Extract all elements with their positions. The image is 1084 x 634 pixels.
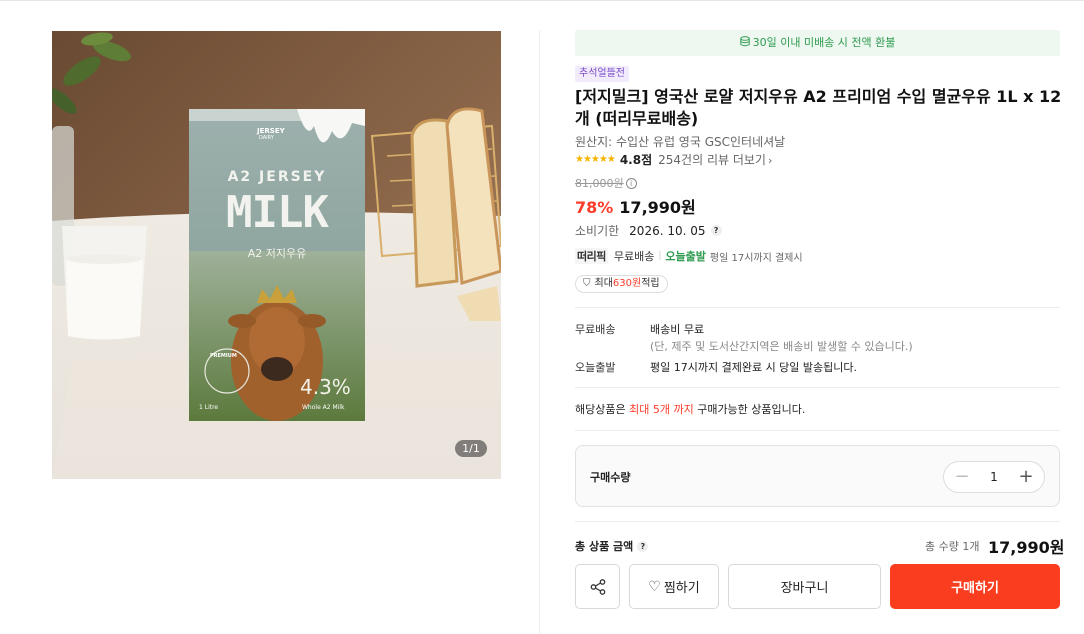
shipping-row: 떠리픽 무료배송 | 오늘출발 평일 17시까지 결제시 xyxy=(575,248,803,264)
free-shipping-label: 무료배송 xyxy=(613,250,655,263)
share-button[interactable] xyxy=(575,564,620,609)
points-badge[interactable]: ⛉ 최대 630원 적립 xyxy=(575,275,668,293)
wishlist-label: 찜하기 xyxy=(663,581,700,596)
review-link[interactable]: 254건의 리뷰 더보기 › xyxy=(658,151,772,168)
total-quantity: 총 수량 1개 xyxy=(925,540,980,553)
rating-score: 4.8점 xyxy=(619,152,653,167)
product-image[interactable]: JERSEY DAIRY A2 JERSEY MILK A2 저지우유 PREM… xyxy=(52,31,501,479)
separator: | xyxy=(658,251,662,261)
quantity-label: 구매수량 xyxy=(590,471,631,484)
rating-row: ★★★★★ 4.8점 254건의 리뷰 더보기 › xyxy=(575,151,772,167)
delivery-fee-value: 배송비 무료 xyxy=(650,323,705,336)
points-suffix: 적립 xyxy=(641,278,660,289)
help-icon[interactable]: ? xyxy=(710,225,722,236)
price-row: 78% 17,990원 xyxy=(575,194,696,218)
divider xyxy=(575,521,1060,522)
refund-banner: 30일 이내 미배송 시 전액 환불 xyxy=(575,30,1060,56)
carton-premium-badge: PREMIUM xyxy=(210,353,237,359)
plus-icon[interactable]: + xyxy=(1010,462,1042,492)
carton-volume: 1 Litre xyxy=(199,404,219,411)
today-ship-info-value: 평일 17시까지 결제완료 시 당일 발송됩니다. xyxy=(650,361,858,374)
carton-subtitle: A2 저지우유 xyxy=(247,247,307,260)
promo-tag[interactable]: 추석얼뜰전 xyxy=(575,66,629,82)
review-link-label: 254건의 리뷰 더보기 xyxy=(658,152,766,167)
discount-rate: 78% xyxy=(575,198,614,217)
sale-price: 17,990원 xyxy=(619,198,696,217)
info-icon[interactable]: i xyxy=(625,177,637,189)
limit-note-highlight: 최대 5개 까지 xyxy=(629,403,694,416)
expiry-row: 소비기한 2026. 10. 05 ? xyxy=(575,222,722,239)
gift-icon: ⛉ xyxy=(583,278,591,289)
add-to-cart-button[interactable]: 장바구니 xyxy=(728,564,881,609)
today-ship-label: 오늘출발 xyxy=(665,250,706,263)
points-prefix: 최대 xyxy=(594,278,613,289)
rating-stars-icon: ★★★★★ xyxy=(575,153,616,165)
original-price-value: 81,000원 xyxy=(575,177,624,190)
carton-brand-sub: DAIRY xyxy=(259,135,274,141)
help-icon[interactable]: ? xyxy=(637,540,649,552)
product-title: [저지밀크] 영국산 로얄 저지우유 A2 프리미엄 수입 멸균우유 1L x … xyxy=(575,87,1062,128)
carton-note: Whole A2 Milk xyxy=(302,404,345,411)
quantity-box: 구매수량 − 1 + xyxy=(575,445,1060,507)
buy-now-button[interactable]: 구매하기 xyxy=(890,564,1060,609)
heart-icon: ♡ xyxy=(648,578,661,595)
divider xyxy=(575,307,1060,308)
carton-big-word: MILK xyxy=(226,187,329,238)
column-divider xyxy=(539,30,540,634)
quantity-value[interactable]: 1 xyxy=(978,462,1010,492)
divider xyxy=(575,430,1060,431)
origin-text: 원산지: 수입산 유럽 영국 GSC인터네셔날 xyxy=(575,135,786,149)
delivery-fee-label: 무료배송 xyxy=(575,323,616,336)
today-ship-note: 평일 17시까지 결제시 xyxy=(709,252,803,264)
top-divider xyxy=(0,0,1084,1)
divider xyxy=(575,387,1060,388)
limit-note-post: 구매가능한 상품입니다. xyxy=(693,403,806,416)
points-amount: 630원 xyxy=(612,278,642,289)
minus-icon[interactable]: − xyxy=(946,462,978,492)
image-counter: 1/1 xyxy=(455,440,487,457)
chevron-right-icon: › xyxy=(767,153,773,167)
today-ship-info-label: 오늘출발 xyxy=(575,361,616,374)
shipping-logo: 떠리픽 xyxy=(575,248,608,264)
expiry-label: 소비기한 xyxy=(575,224,620,238)
expiry-date: 2026. 10. 05 xyxy=(629,223,706,238)
total-price: 17,990원 xyxy=(988,538,1065,557)
quantity-stepper[interactable]: − 1 + xyxy=(943,461,1045,493)
purchase-limit-note: 해당상품은 최대 5개 까지 구매가능한 상품입니다. xyxy=(575,401,805,417)
delivery-fee-note: (단, 제주 및 도서산간지역은 배송비 발생할 수 있습니다.) xyxy=(650,340,913,353)
limit-note-pre: 해당상품은 xyxy=(575,403,630,416)
coin-stack-icon xyxy=(739,36,750,47)
total-label: 총 상품 금액 ? xyxy=(575,538,649,554)
refund-banner-text: 30일 이내 미배송 시 전액 환불 xyxy=(752,36,896,49)
original-price: 81,000원 i xyxy=(575,175,637,191)
carton-fat-percent: 4.3% xyxy=(300,375,351,399)
total-label-text: 총 상품 금액 xyxy=(575,540,634,553)
carton-brand: JERSEY xyxy=(257,127,285,135)
share-icon xyxy=(590,578,605,595)
carton-headline: A2 JERSEY xyxy=(227,169,327,185)
wishlist-button[interactable]: ♡ 찜하기 xyxy=(629,564,719,609)
